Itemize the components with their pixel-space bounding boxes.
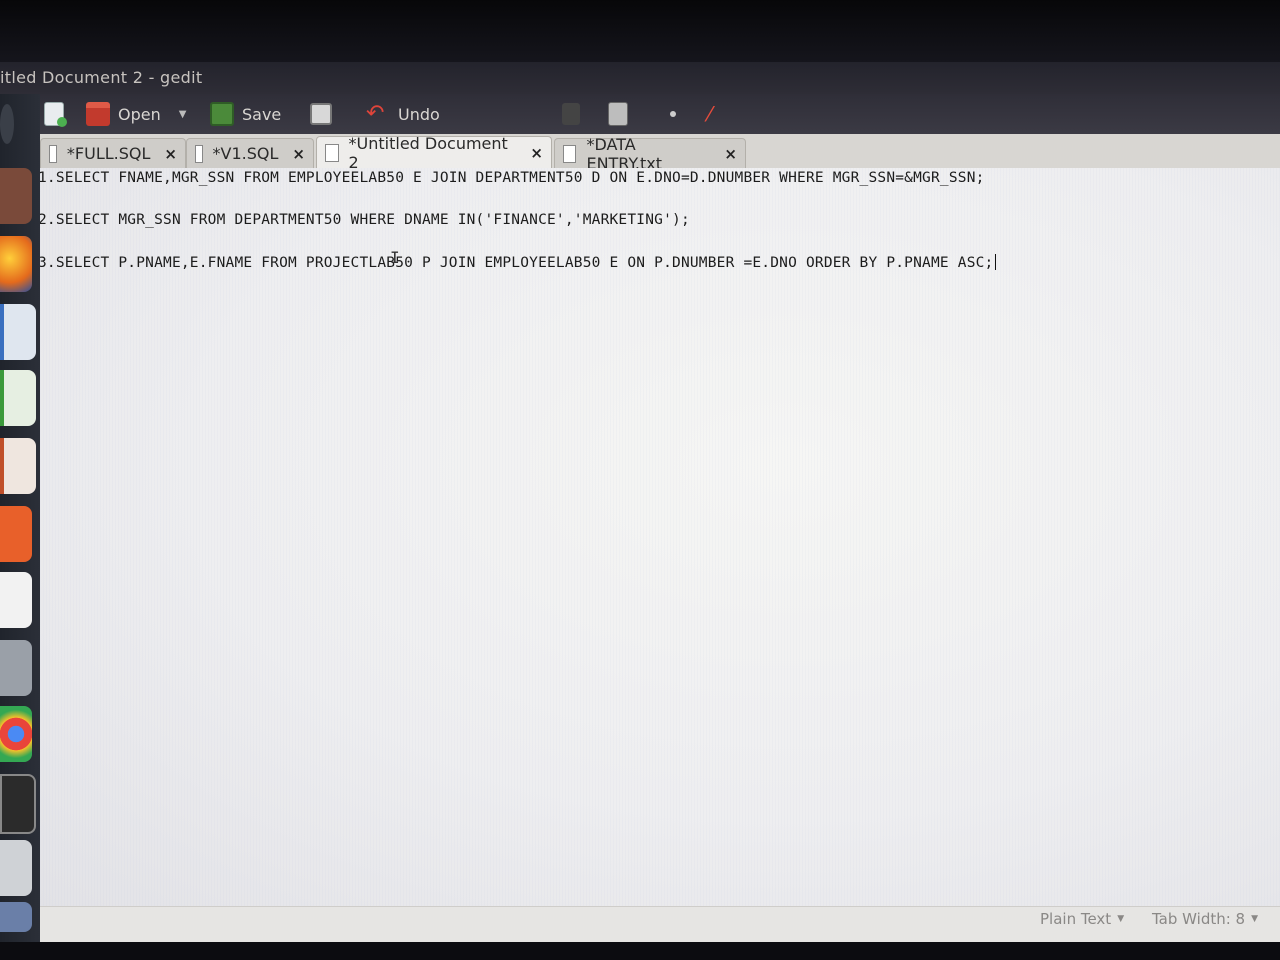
- new-document-button[interactable]: [44, 100, 67, 128]
- editor-line-1: 1.SELECT FNAME,MGR_SSN FROM EMPLOYEELAB5…: [38, 170, 985, 186]
- unity-launcher: [0, 94, 40, 942]
- window-title: itled Document 2 - gedit: [0, 68, 203, 87]
- tab-v1-sql[interactable]: *V1.SQL ×: [186, 138, 314, 168]
- firefox-icon[interactable]: [0, 236, 32, 292]
- find-replace-icon: ⁄: [708, 102, 712, 126]
- document-icon: [195, 144, 203, 163]
- cut-button[interactable]: [562, 100, 580, 128]
- text-editor-area[interactable]: 1.SELECT FNAME,MGR_SSN FROM EMPLOYEELAB5…: [34, 168, 1280, 910]
- save-label: Save: [242, 104, 282, 124]
- close-icon[interactable]: ×: [530, 144, 543, 162]
- tab-label: *V1.SQL: [212, 144, 279, 163]
- tab-width-selector[interactable]: Tab Width: 8 ▼: [1152, 910, 1258, 928]
- close-icon[interactable]: ×: [164, 145, 177, 163]
- tab-bar: *FULL.SQL × *V1.SQL × *Untitled Document…: [40, 134, 1280, 173]
- monitor-bezel: [0, 0, 1280, 62]
- amazon-icon[interactable]: [0, 572, 32, 628]
- open-icon: [86, 102, 110, 126]
- undo-icon: ↶: [366, 101, 385, 126]
- files-icon[interactable]: [0, 168, 32, 224]
- writer-icon[interactable]: [0, 304, 36, 360]
- save-icon: [210, 102, 234, 126]
- tab-untitled-document-2[interactable]: *Untitled Document 2 ×: [316, 134, 552, 172]
- software-center-icon[interactable]: [0, 506, 32, 562]
- tab-label: *DATA ENTRY.txt: [586, 134, 663, 173]
- toolbar: Open ▼ Save ↶ Undo ⁄: [0, 94, 1280, 134]
- ibeam-cursor-icon: I: [390, 248, 400, 267]
- copy-icon: [608, 102, 628, 126]
- document-icon: [563, 144, 577, 163]
- tab-full-sql[interactable]: *FULL.SQL ×: [40, 138, 186, 168]
- ubuntu-dash-icon[interactable]: [0, 104, 14, 144]
- editor-line-3: 2.SELECT MGR_SSN FROM DEPARTMENT50 WHERE…: [38, 212, 690, 228]
- terminal-icon[interactable]: [0, 774, 36, 834]
- tab-label: *FULL.SQL: [66, 144, 151, 163]
- new-document-icon: [44, 102, 67, 127]
- impress-icon[interactable]: [0, 438, 36, 494]
- document-icon: [325, 143, 339, 162]
- copy-button[interactable]: [608, 100, 628, 128]
- chevron-down-icon: ▼: [1117, 914, 1125, 924]
- tab-width-label: Tab Width: 8: [1152, 910, 1246, 928]
- find-replace-button[interactable]: ⁄: [708, 100, 730, 128]
- close-icon[interactable]: ×: [292, 145, 305, 163]
- status-bar: Plain Text ▼ Tab Width: 8 ▼: [34, 906, 1280, 943]
- cut-icon: [562, 103, 580, 125]
- settings-icon[interactable]: [0, 640, 32, 696]
- text-cursor: [995, 254, 997, 270]
- paste-icon: [670, 111, 676, 117]
- undo-label: Undo: [398, 104, 440, 124]
- open-button[interactable]: Open ▼: [86, 100, 186, 128]
- document-icon: [49, 144, 57, 163]
- calc-icon[interactable]: [0, 370, 36, 426]
- editor-line-5-text: 3.SELECT P.PNAME,E.FNAME FROM PROJECTLAB…: [38, 255, 994, 271]
- title-bar: itled Document 2 - gedit: [0, 62, 1280, 94]
- print-button[interactable]: [310, 100, 332, 128]
- language-label: Plain Text: [1040, 910, 1112, 928]
- open-label: Open: [118, 104, 161, 124]
- tab-data-entry-txt[interactable]: *DATA ENTRY.txt ×: [554, 135, 746, 173]
- save-button[interactable]: Save: [210, 100, 281, 128]
- close-icon[interactable]: ×: [724, 145, 737, 163]
- text-editor-icon[interactable]: [0, 840, 32, 896]
- undo-button[interactable]: ↶ Undo: [366, 100, 440, 128]
- print-icon: [310, 103, 332, 125]
- tab-label: *Untitled Document 2: [348, 133, 508, 172]
- workspace-icon[interactable]: [0, 902, 32, 932]
- monitor-bezel-bottom: [0, 942, 1280, 960]
- chevron-down-icon: ▼: [1251, 914, 1259, 924]
- editor-line-5: 3.SELECT P.PNAME,E.FNAME FROM PROJECTLAB…: [38, 254, 997, 271]
- chrome-icon[interactable]: [0, 706, 32, 762]
- open-dropdown-arrow-icon[interactable]: ▼: [179, 109, 187, 120]
- paste-button[interactable]: [670, 100, 676, 128]
- language-selector[interactable]: Plain Text ▼: [1040, 910, 1124, 928]
